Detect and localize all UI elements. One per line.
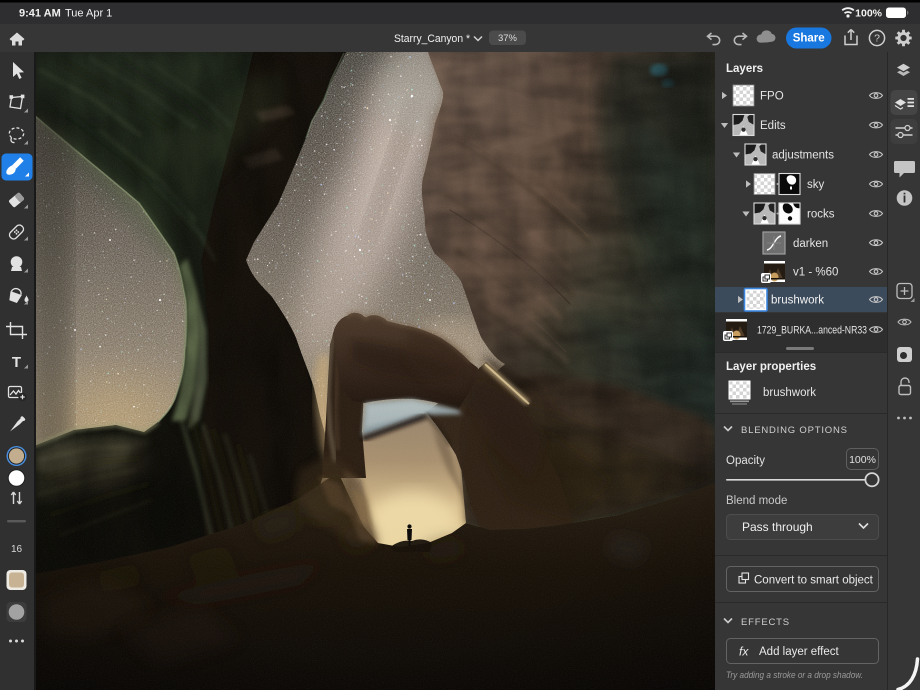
svg-text:Opacity: Opacity <box>726 455 765 467</box>
svg-text:37%: 37% <box>498 33 518 44</box>
svg-text:Add layer effect: Add layer effect <box>759 646 840 658</box>
svg-text:100%: 100% <box>849 454 876 466</box>
svg-text:EFFECTS: EFFECTS <box>741 617 790 628</box>
svg-text:Convert to smart object: Convert to smart object <box>754 575 874 587</box>
svg-text:9:41 AM: 9:41 AM <box>19 8 61 20</box>
svg-text:Layers: Layers <box>726 63 763 75</box>
svg-text:brushwork: brushwork <box>771 295 824 307</box>
svg-text:BLENDING OPTIONS: BLENDING OPTIONS <box>741 425 848 436</box>
svg-text:v1 - %60: v1 - %60 <box>793 267 838 279</box>
svg-text:T: T <box>12 354 21 371</box>
svg-text:Starry_Canyon *: Starry_Canyon * <box>394 33 471 45</box>
svg-text:Tue Apr 1: Tue Apr 1 <box>65 8 112 20</box>
svg-text:Pass through: Pass through <box>742 520 813 534</box>
svg-text:?: ? <box>874 33 880 45</box>
svg-text:100%: 100% <box>855 8 883 20</box>
svg-text:Edits: Edits <box>760 120 786 132</box>
svg-text:adjustments: adjustments <box>772 150 834 162</box>
svg-text:sky: sky <box>807 179 825 191</box>
svg-text:Layer properties: Layer properties <box>726 361 816 373</box>
svg-text:FPO: FPO <box>760 91 784 103</box>
svg-text:rocks: rocks <box>807 209 835 221</box>
svg-text:fx: fx <box>739 645 749 659</box>
svg-text:darken: darken <box>793 238 828 250</box>
svg-text:16: 16 <box>11 544 23 555</box>
svg-text:1729_BURKA...anced-NR33: 1729_BURKA...anced-NR33 <box>757 325 867 337</box>
svg-text:Try adding a stroke or a drop: Try adding a stroke or a drop shadow. <box>726 670 863 681</box>
svg-text:Share: Share <box>793 33 825 45</box>
svg-text:brushwork: brushwork <box>763 387 816 399</box>
svg-text:Blend mode: Blend mode <box>726 495 787 507</box>
